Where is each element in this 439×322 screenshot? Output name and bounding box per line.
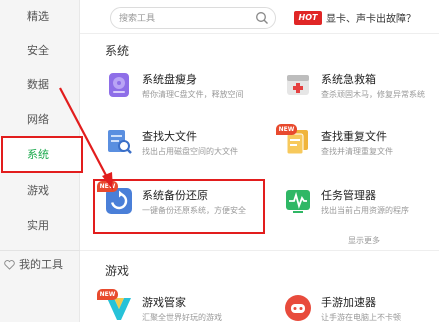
tool-name: 查找大文件: [142, 130, 197, 143]
my-tools-label: 我的工具: [19, 258, 63, 271]
search-icon[interactable]: [255, 11, 269, 25]
mobile-game-icon: [285, 295, 311, 321]
tool-name: 系统急救箱: [321, 73, 376, 86]
task-manager-icon: [286, 190, 310, 213]
search-placeholder: 搜索工具: [119, 14, 156, 24]
header-divider: [80, 33, 439, 34]
search-input[interactable]: 搜索工具: [110, 7, 276, 29]
tool-desc: 帮你清理C盘文件，释放空间: [142, 90, 244, 99]
tool-find-duplicates[interactable]: 查找重复文件 查找并清理重复文件: [283, 127, 439, 167]
tool-game-manager[interactable]: 游戏管家 汇聚全世界好玩的游戏: [104, 293, 274, 322]
tool-task-manager[interactable]: 任务管理器 找出当前占用资源的程序: [283, 186, 439, 226]
tool-desc: 找出当前占用资源的程序: [321, 206, 409, 215]
tool-disk-slim[interactable]: 系统盘瘦身 帮你清理C盘文件，释放空间: [104, 70, 274, 110]
tool-name: 系统盘瘦身: [142, 73, 197, 86]
tool-mobile-game-booster[interactable]: 手游加速器 让手游在电脑上不卡顿: [283, 293, 439, 322]
sidebar-divider: [0, 250, 80, 251]
new-badge: NEW: [97, 289, 118, 300]
sidebar-item-security[interactable]: 安全: [0, 36, 80, 66]
sidebar-item-games[interactable]: 游戏: [0, 176, 80, 206]
section-title-system: 系统: [105, 44, 130, 58]
section-title-games: 游戏: [105, 264, 130, 278]
my-tools-link[interactable]: 我的工具: [4, 256, 63, 274]
sidebar-item-network[interactable]: 网络: [0, 105, 80, 135]
show-more-link[interactable]: 显示更多: [348, 235, 380, 246]
tool-desc: 找出占用磁盘空间的大文件: [142, 147, 238, 156]
annotation-box-backup: [93, 179, 265, 234]
promo-link[interactable]: 显卡、声卡出故障？: [326, 10, 416, 25]
tool-name: 手游加速器: [321, 296, 376, 309]
sidebar-item-featured[interactable]: 精选: [0, 2, 80, 32]
new-badge: NEW: [276, 124, 297, 135]
tool-desc: 查找并清理重复文件: [321, 147, 393, 156]
first-aid-icon: [287, 75, 309, 95]
tool-find-large-files[interactable]: 查找大文件 找出占用磁盘空间的大文件: [104, 127, 274, 167]
annotation-box-sidebar: [1, 136, 83, 173]
tool-name: 任务管理器: [321, 189, 376, 202]
tool-desc: 汇聚全世界好玩的游戏: [142, 313, 222, 322]
heart-icon: [4, 260, 15, 270]
section-divider: [80, 250, 439, 251]
tool-name: 查找重复文件: [321, 130, 387, 143]
find-file-icon: [108, 130, 132, 154]
hot-badge: HOT: [294, 11, 322, 25]
tool-name: 游戏管家: [142, 296, 186, 309]
sidebar-item-data[interactable]: 数据: [0, 70, 80, 100]
disk-icon: [109, 73, 129, 97]
sidebar-item-utilities[interactable]: 实用: [0, 211, 80, 241]
tool-desc: 查杀顽固木马，修复异常系统: [321, 90, 425, 99]
tool-first-aid[interactable]: 系统急救箱 查杀顽固木马，修复异常系统: [283, 70, 439, 110]
tool-desc: 让手游在电脑上不卡顿: [321, 313, 401, 322]
